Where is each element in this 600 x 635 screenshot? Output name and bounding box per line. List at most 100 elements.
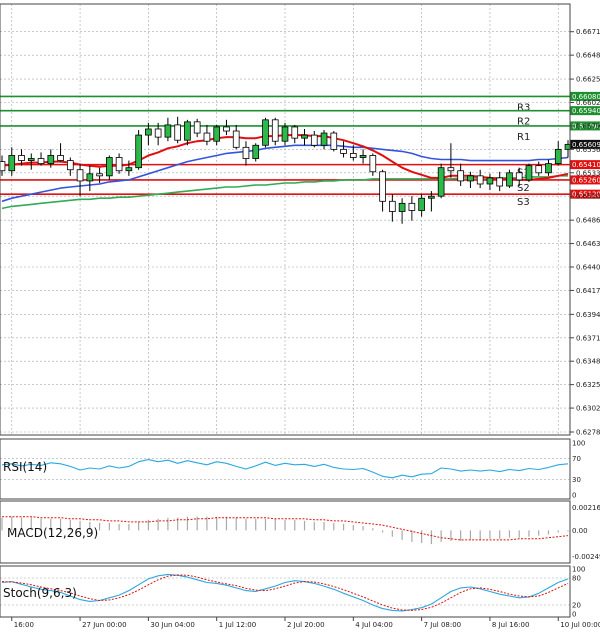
candle-body bbox=[8, 155, 16, 172]
candle-body bbox=[310, 134, 318, 146]
candle-body bbox=[525, 165, 533, 181]
candle-body bbox=[535, 165, 543, 174]
rsi-tick-label: 30 bbox=[572, 476, 581, 484]
price-tick-label: 0.65560 bbox=[576, 146, 600, 154]
price-tick-label: 0.65330 bbox=[576, 169, 600, 177]
candle-body bbox=[447, 167, 455, 172]
candle-body bbox=[37, 158, 45, 165]
rsi-tick-label: 70 bbox=[572, 455, 581, 463]
macd-tick-label: 0.00 bbox=[572, 527, 588, 535]
price-tick-label: 0.64865 bbox=[576, 217, 600, 225]
macd-label: MACD(12,26,9) bbox=[7, 526, 98, 540]
stoch-tick-label: 80 bbox=[572, 575, 581, 583]
candle-body bbox=[66, 160, 74, 171]
candle-body bbox=[86, 173, 94, 182]
candle-body bbox=[184, 121, 191, 141]
candle-body bbox=[18, 155, 25, 161]
candle-body bbox=[232, 130, 240, 148]
stoch-tick-label: 100 bbox=[572, 566, 585, 574]
price-tick-label: 0.63480 bbox=[576, 358, 600, 366]
candle-body bbox=[242, 146, 250, 159]
candle-body bbox=[76, 169, 84, 182]
candle-body bbox=[125, 167, 133, 172]
price-tick-label: 0.66250 bbox=[576, 76, 600, 84]
chart-canvas: R30.66080R20.65940R10.65790S10.65410S20.… bbox=[0, 0, 600, 631]
level-name-s3: S3 bbox=[517, 197, 530, 208]
price-tick-label: 0.66020 bbox=[576, 99, 600, 107]
candle-body bbox=[291, 126, 299, 139]
candle-body bbox=[135, 134, 142, 169]
bearish-candle bbox=[330, 131, 338, 152]
price-tick-label: 0.63250 bbox=[576, 381, 600, 389]
bearish-candle bbox=[271, 117, 279, 146]
candle-body bbox=[554, 148, 562, 165]
candle-body bbox=[154, 128, 162, 138]
price-tick-label: 0.63710 bbox=[576, 334, 600, 342]
time-tick-label: 8 Jul 16:00 bbox=[492, 621, 530, 629]
macd-tick-label: -0.002497 bbox=[572, 553, 600, 561]
candle-body bbox=[262, 119, 269, 146]
level-price-label: 0.65940 bbox=[572, 107, 600, 115]
price-tick-label: 0.65790 bbox=[576, 122, 600, 130]
candle-body bbox=[428, 195, 435, 199]
candle-body bbox=[203, 132, 211, 142]
candle-body bbox=[145, 128, 152, 136]
candle-body bbox=[96, 173, 103, 177]
bullish-candle bbox=[525, 163, 533, 182]
price-tick-label: 0.64635 bbox=[576, 240, 600, 248]
level-name-r1: R1 bbox=[517, 132, 530, 143]
bullish-candle bbox=[506, 169, 513, 189]
price-tick-label: 0.66715 bbox=[576, 28, 600, 36]
price-tick-label: 0.64175 bbox=[576, 287, 600, 295]
time-tick-label: 1 Jul 12:00 bbox=[219, 621, 257, 629]
price-tick-label: 0.64405 bbox=[576, 263, 600, 271]
price-tick-label: 0.62785 bbox=[576, 429, 600, 437]
bullish-candle bbox=[252, 143, 260, 162]
candle-body bbox=[106, 157, 113, 177]
candle-body bbox=[47, 155, 55, 165]
bullish-candle bbox=[135, 130, 142, 170]
candle-body bbox=[545, 163, 552, 174]
rsi-tick-label: 100 bbox=[572, 440, 585, 448]
candle-body bbox=[515, 172, 523, 181]
candle-body bbox=[174, 124, 181, 141]
candle-body bbox=[252, 144, 260, 159]
candle-body bbox=[281, 126, 289, 142]
rsi-tick-label: 0 bbox=[572, 492, 576, 500]
candle-body bbox=[330, 132, 338, 150]
candle-body bbox=[398, 202, 406, 212]
candle-body bbox=[496, 177, 504, 187]
time-tick-label: 7 Jul 08:00 bbox=[424, 621, 462, 629]
time-tick-label: 10 Jul 00:00 bbox=[560, 621, 600, 629]
candle-body bbox=[164, 124, 172, 138]
candle-body bbox=[115, 157, 123, 172]
candle-body bbox=[359, 155, 367, 158]
stoch-tick-label: 0 bbox=[572, 611, 576, 619]
candle-body bbox=[467, 175, 474, 182]
level-name-r3: R3 bbox=[517, 102, 530, 113]
candle-body bbox=[457, 170, 464, 182]
candle-body bbox=[349, 153, 357, 158]
price-tick-label: 0.63020 bbox=[576, 405, 600, 413]
candle-body bbox=[0, 161, 6, 172]
candle-body bbox=[369, 155, 377, 173]
rsi-label: RSI(14) bbox=[3, 460, 47, 474]
time-tick-label: 16:00 bbox=[14, 621, 34, 629]
candle-body bbox=[437, 167, 445, 197]
candle-body bbox=[486, 177, 494, 185]
macd-tick-label: 0.002164 bbox=[572, 504, 600, 512]
stoch-label: Stoch(9,6,3) bbox=[3, 586, 77, 600]
candle-body bbox=[193, 121, 201, 134]
candle-body bbox=[340, 148, 347, 154]
time-tick-label: 27 Jun 00:00 bbox=[82, 621, 126, 629]
price-tick-label: 0.65100 bbox=[576, 193, 600, 201]
level-price-label: 0.65410 bbox=[572, 161, 600, 169]
stoch-tick-label: 20 bbox=[572, 602, 581, 610]
candle-body bbox=[418, 197, 425, 211]
candle-body bbox=[389, 200, 396, 212]
candle-body bbox=[223, 126, 230, 132]
candle-body bbox=[320, 132, 328, 146]
candle-body bbox=[57, 155, 64, 161]
candle-body bbox=[476, 175, 484, 185]
time-tick-label: 30 Jun 04:00 bbox=[150, 621, 194, 629]
